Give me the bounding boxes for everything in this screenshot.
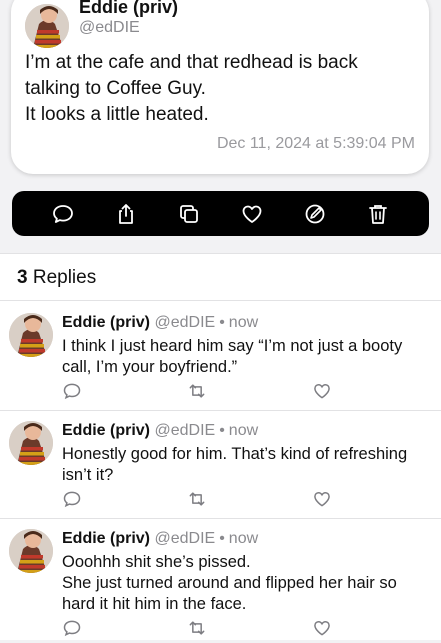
separator-dot: • — [219, 422, 225, 439]
replies-section: 3 Replies Eddie (priv) @edDIE • now I thin… — [0, 253, 441, 640]
reply-text: Honestly good for him. That’s kind of re… — [62, 444, 432, 486]
reply-icon — [53, 204, 74, 223]
post-timestamp: Dec 11, 2024 at 5:39:04 PM — [216, 135, 415, 152]
avatar-image — [25, 4, 69, 48]
reply-text-line: call, I’m your boyfriend.” — [62, 358, 238, 376]
reply-avatar[interactable] — [9, 529, 53, 573]
repost-icon — [189, 621, 205, 635]
post-body: I’m at the cafe and that redhead is back… — [25, 50, 415, 128]
reply-avatar[interactable] — [9, 421, 53, 465]
edit-icon — [305, 204, 325, 223]
reply-comment-button[interactable] — [62, 618, 82, 638]
comment-icon — [63, 491, 81, 508]
like-button[interactable] — [237, 199, 267, 229]
separator-dot: • — [219, 314, 225, 331]
like-icon — [242, 205, 262, 223]
post-body-line: I’m at the cafe and that redhead is back — [25, 52, 358, 73]
reply-text-line: Ooohhh shit she’s pissed. — [62, 553, 251, 571]
share-icon — [119, 203, 134, 224]
post-card: Eddie (priv) @edDIE I’m at the cafe and … — [11, 0, 429, 174]
reply-item[interactable]: Eddie (priv) @edDIE • now Honestly good fo… — [0, 411, 441, 518]
heart-icon — [314, 383, 330, 399]
reply-text: Ooohhh shit she’s pissed. She just turne… — [62, 552, 432, 615]
heart-icon — [314, 620, 330, 636]
replies-count: 3 — [17, 267, 28, 288]
delete-icon — [368, 204, 387, 224]
reply-text-line: I think I just heard him say “I’m not ju… — [62, 337, 403, 355]
divider — [0, 253, 441, 254]
reply-like-button[interactable] — [312, 381, 332, 401]
reply-author-handle[interactable]: @edDIE — [154, 530, 215, 547]
reply-item[interactable]: Eddie (priv) @edDIE • now Ooohhh shit she’… — [0, 519, 441, 640]
avatar-image — [9, 421, 53, 465]
post-action-bar — [12, 191, 429, 236]
reply-text-line: She just turned around and flipped her h… — [62, 574, 397, 592]
divider — [0, 300, 441, 301]
author-avatar[interactable] — [25, 4, 69, 48]
reply-actions — [62, 381, 342, 401]
reply-comment-button[interactable] — [62, 489, 82, 509]
reply-text-line: Honestly good for him. That’s kind of re… — [62, 445, 408, 463]
comment-icon — [63, 620, 81, 637]
replies-label: Replies — [32, 267, 97, 288]
heart-icon — [314, 491, 330, 507]
reply-repost-button[interactable] — [187, 381, 207, 401]
reply-author-handle[interactable]: @edDIE — [154, 422, 215, 439]
reply-text-line: isn’t it? — [62, 466, 114, 484]
reply-text-line: hard it hit him in the face. — [62, 595, 247, 613]
separator-dot: • — [219, 530, 225, 547]
author-name[interactable]: Eddie (priv) — [79, 0, 178, 18]
post-body-line: It looks a little heated. — [25, 104, 209, 125]
reply-actions — [62, 489, 342, 509]
reply-author-name[interactable]: Eddie (priv) — [62, 314, 150, 331]
edit-button[interactable] — [300, 199, 330, 229]
avatar-image — [9, 529, 53, 573]
post-body-line: talking to Coffee Guy. — [25, 78, 206, 99]
reply-repost-button[interactable] — [187, 489, 207, 509]
reply-like-button[interactable] — [312, 618, 332, 638]
reply-button[interactable] — [48, 199, 78, 229]
reply-like-button[interactable] — [312, 489, 332, 509]
reply-repost-button[interactable] — [187, 618, 207, 638]
reply-item[interactable]: Eddie (priv) @edDIE • now I think I just h… — [0, 303, 441, 410]
copy-button[interactable] — [174, 199, 204, 229]
avatar-image — [9, 313, 53, 357]
delete-button[interactable] — [363, 199, 393, 229]
reply-actions — [62, 618, 342, 638]
reply-header: Eddie (priv) @edDIE • now — [62, 314, 258, 332]
reply-comment-button[interactable] — [62, 381, 82, 401]
reply-header: Eddie (priv) @edDIE • now — [62, 530, 258, 548]
reply-text: I think I just heard him say “I’m not ju… — [62, 336, 432, 378]
replies-header: 3 Replies — [17, 267, 96, 289]
reply-author-name[interactable]: Eddie (priv) — [62, 530, 150, 547]
reply-time: now — [228, 422, 259, 439]
comment-icon — [63, 383, 81, 400]
repost-icon — [189, 492, 205, 506]
reply-time: now — [228, 314, 259, 331]
reply-time: now — [228, 530, 259, 547]
reply-author-handle[interactable]: @edDIE — [154, 314, 215, 331]
reply-header: Eddie (priv) @edDIE • now — [62, 422, 258, 440]
copy-icon — [180, 204, 198, 223]
author-handle[interactable]: @edDIE — [79, 19, 140, 37]
reply-avatar[interactable] — [9, 313, 53, 357]
repost-icon — [189, 384, 205, 398]
share-button[interactable] — [111, 199, 141, 229]
reply-author-name[interactable]: Eddie (priv) — [62, 422, 150, 439]
